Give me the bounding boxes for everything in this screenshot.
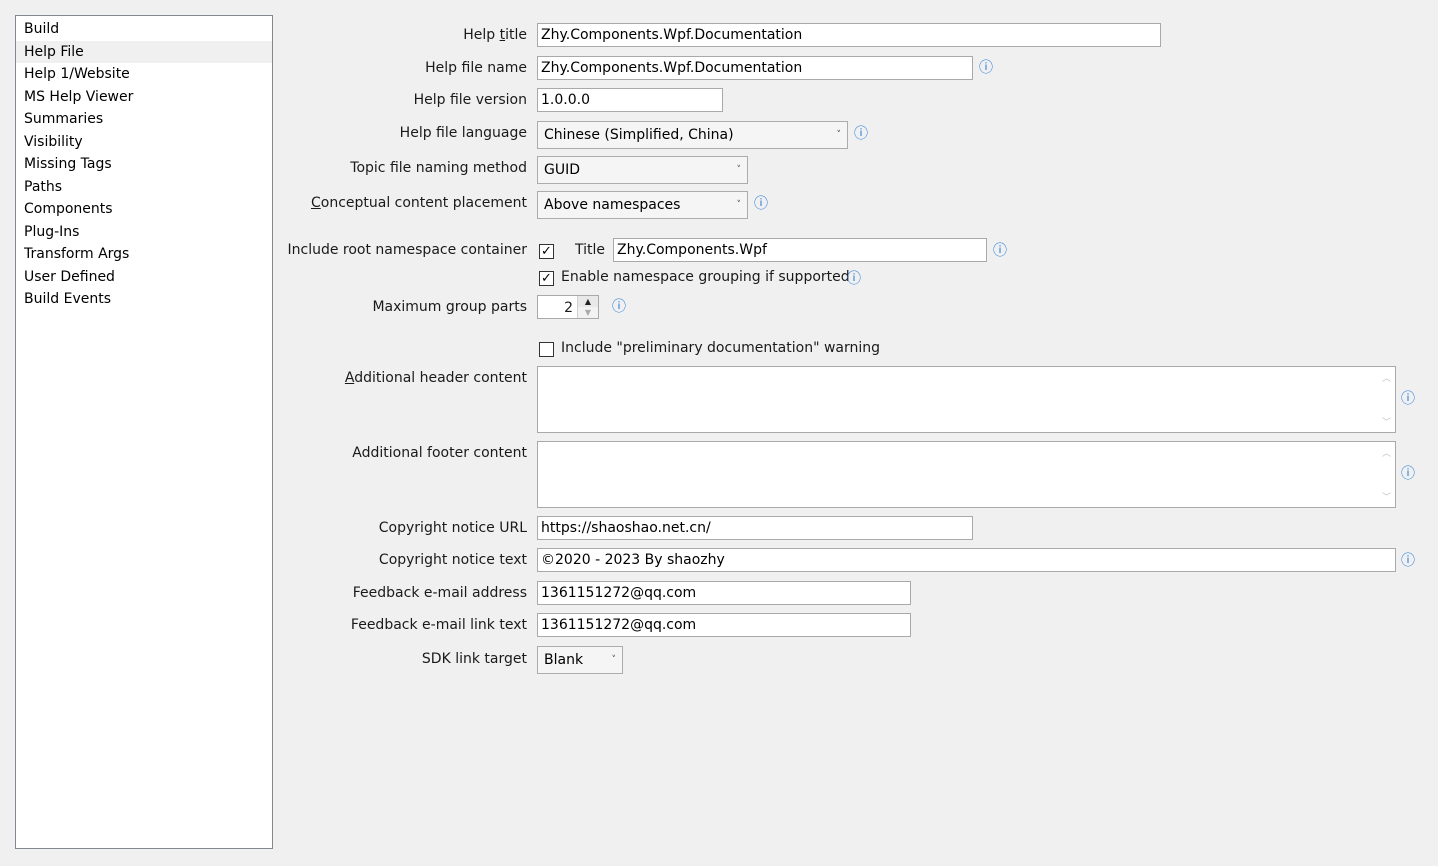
sidebar-item-visibility[interactable]: Visibility	[16, 131, 272, 154]
sidebar-item-missing-tags[interactable]: Missing Tags	[16, 153, 272, 176]
namespace-grouping-label[interactable]: Enable namespace grouping if supported	[561, 269, 850, 285]
sdk-link-target-select[interactable]: Blank ˅	[537, 646, 623, 674]
feedback-email-label: Feedback e-mail address	[352, 585, 527, 601]
root-title-input[interactable]	[613, 238, 987, 262]
feedback-link-input[interactable]	[537, 613, 911, 637]
checkmark-icon: ✓	[541, 244, 552, 259]
header-content-textarea[interactable]: ︿ ﹀	[537, 366, 1396, 433]
chevron-down-icon: ˅	[836, 130, 842, 140]
conceptual-placement-label: Conceptual content placement	[310, 195, 527, 211]
help-file-language-label: Help file language	[399, 125, 527, 141]
scroll-down-icon[interactable]: ﹀	[1378, 490, 1395, 503]
sidebar-item-build[interactable]: Build	[16, 18, 272, 41]
info-icon[interactable]: ⓘ	[854, 127, 868, 141]
stepper-up-icon[interactable]: ▲	[578, 296, 598, 307]
chevron-down-icon: ˅	[736, 200, 742, 210]
topic-naming-label: Topic file naming method	[350, 160, 527, 176]
info-icon[interactable]: ⓘ	[847, 272, 861, 286]
sidebar-item-build-events[interactable]: Build Events	[16, 288, 272, 311]
info-icon[interactable]: ⓘ	[993, 244, 1007, 258]
help-file-language-select[interactable]: Chinese (Simplified, China) ˅	[537, 121, 848, 149]
sdk-link-target-value: Blank	[544, 652, 584, 668]
sidebar-item-user-defined[interactable]: User Defined	[16, 266, 272, 289]
preliminary-warning-checkbox[interactable]	[539, 342, 554, 357]
help-file-version-label: Help file version	[413, 92, 527, 108]
checkmark-icon: ✓	[541, 271, 552, 286]
preliminary-warning-label[interactable]: Include "preliminary documentation" warn…	[561, 340, 880, 356]
help-file-name-input[interactable]	[537, 56, 973, 80]
help-title-label: Help title	[463, 27, 527, 43]
sidebar-item-transform-args[interactable]: Transform Args	[16, 243, 272, 266]
max-group-parts-label: Maximum group parts	[372, 299, 527, 315]
sdk-link-target-label: SDK link target	[421, 651, 527, 667]
root-title-label: Title	[575, 242, 606, 258]
stepper-buttons: ▲ ▼	[577, 296, 598, 318]
copyright-text-label: Copyright notice text	[378, 552, 527, 568]
info-icon[interactable]: ⓘ	[612, 300, 626, 314]
sidebar-item-components[interactable]: Components	[16, 198, 272, 221]
sidebar-item-plug-ins[interactable]: Plug-Ins	[16, 221, 272, 244]
namespace-grouping-checkbox[interactable]: ✓	[539, 271, 554, 286]
help-file-language-value: Chinese (Simplified, China)	[544, 127, 734, 143]
copyright-url-input[interactable]	[537, 516, 973, 540]
feedback-email-input[interactable]	[537, 581, 911, 605]
copyright-url-label: Copyright notice URL	[378, 520, 527, 536]
scroll-down-icon[interactable]: ﹀	[1378, 415, 1395, 428]
help-title-input[interactable]	[537, 23, 1161, 47]
info-icon[interactable]: ⓘ	[1401, 554, 1415, 568]
feedback-link-label: Feedback e-mail link text	[350, 617, 527, 633]
help-file-version-input[interactable]	[537, 88, 723, 112]
help-file-name-label: Help file name	[425, 60, 527, 76]
topic-naming-select[interactable]: GUID ˅	[537, 156, 748, 184]
sidebar-item-ms-help-viewer[interactable]: MS Help Viewer	[16, 86, 272, 109]
sidebar-item-help-file[interactable]: Help File	[16, 40, 272, 63]
stepper-down-icon[interactable]: ▼	[578, 307, 598, 318]
sidebar-item-help1-website[interactable]: Help 1/Website	[16, 63, 272, 86]
root-namespace-label: Include root namespace container	[287, 242, 528, 258]
conceptual-placement-select[interactable]: Above namespaces ˅	[537, 191, 748, 219]
root-namespace-checkbox[interactable]: ✓	[539, 244, 554, 259]
footer-content-label: Additional footer content	[352, 445, 527, 461]
info-icon[interactable]: ⓘ	[1401, 392, 1415, 406]
chevron-down-icon: ˅	[736, 165, 742, 175]
copyright-text-input[interactable]	[537, 548, 1396, 572]
scroll-up-icon[interactable]: ︿	[1378, 371, 1395, 384]
max-group-parts-stepper[interactable]: 2 ▲ ▼	[537, 295, 599, 319]
scrollbar[interactable]: ︿ ﹀	[1378, 442, 1395, 507]
topic-naming-value: GUID	[544, 162, 581, 178]
max-group-parts-value: 2	[564, 300, 573, 316]
info-icon[interactable]: ⓘ	[754, 197, 768, 211]
scroll-up-icon[interactable]: ︿	[1378, 446, 1395, 459]
scrollbar[interactable]: ︿ ﹀	[1378, 367, 1395, 432]
info-icon[interactable]: ⓘ	[979, 61, 993, 75]
conceptual-placement-value: Above namespaces	[544, 197, 681, 213]
header-content-label: Additional header content	[344, 370, 527, 386]
footer-content-textarea[interactable]: ︿ ﹀	[537, 441, 1396, 508]
chevron-down-icon: ˅	[611, 655, 617, 665]
sidebar-item-paths[interactable]: Paths	[16, 176, 272, 199]
info-icon[interactable]: ⓘ	[1401, 467, 1415, 481]
category-list[interactable]: Build Help File Help 1/Website MS Help V…	[15, 15, 273, 849]
sidebar-item-summaries[interactable]: Summaries	[16, 108, 272, 131]
